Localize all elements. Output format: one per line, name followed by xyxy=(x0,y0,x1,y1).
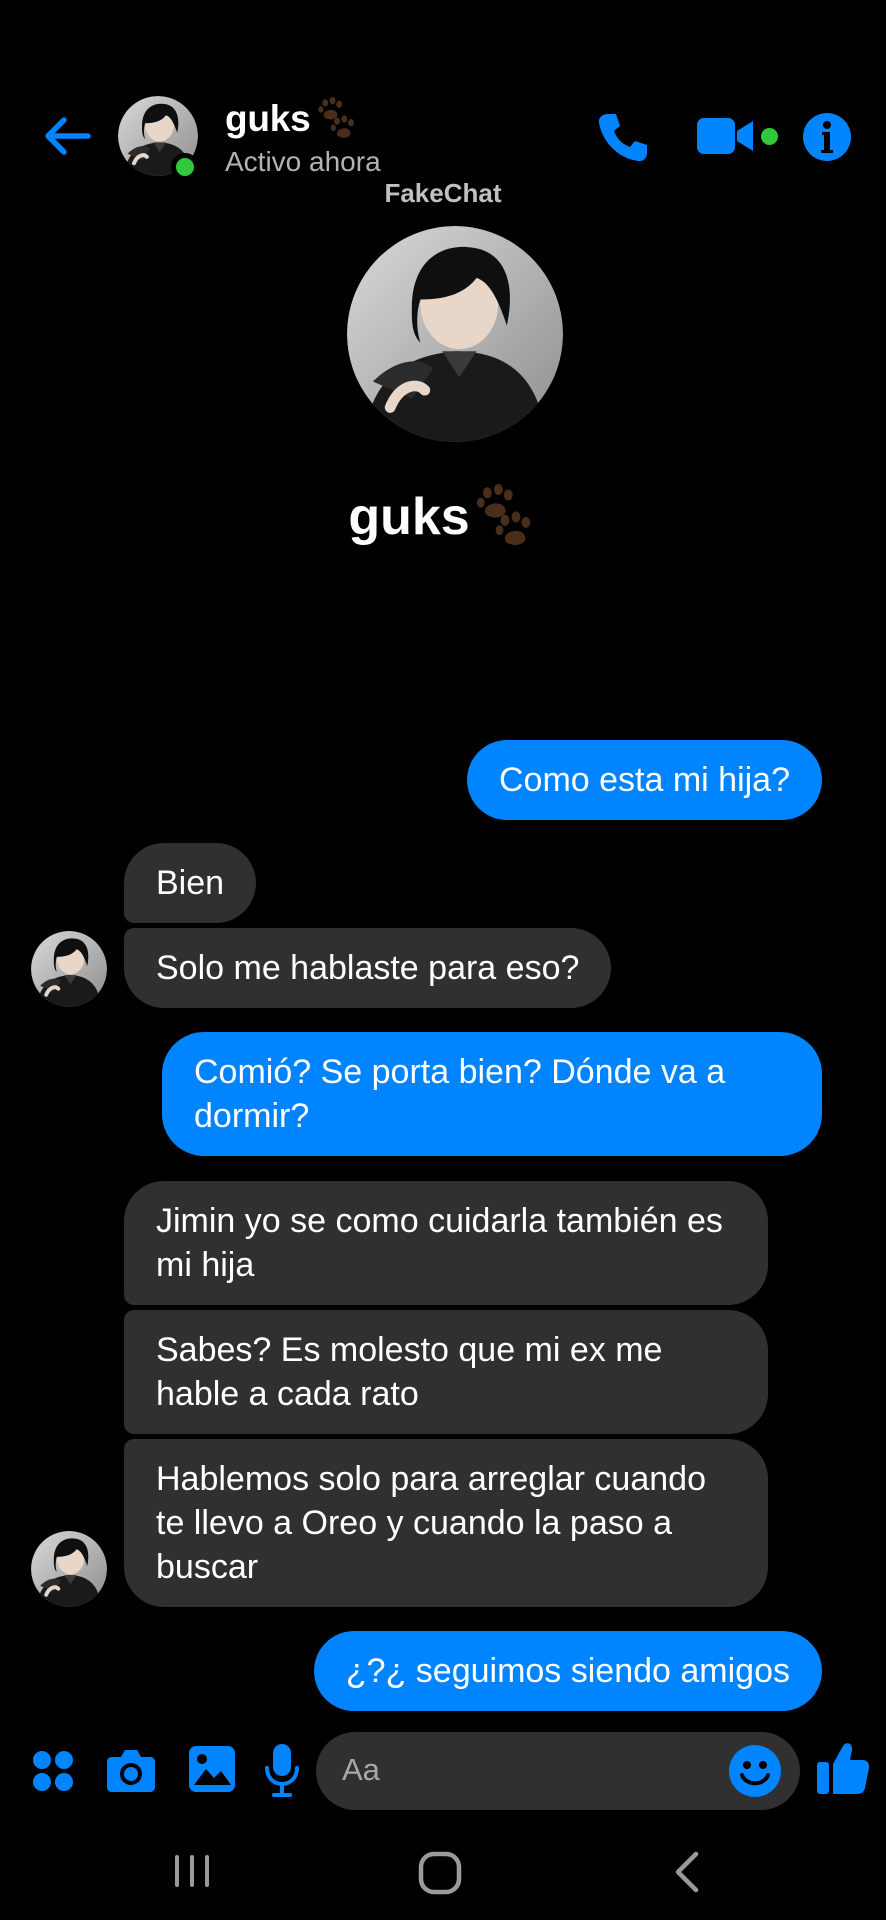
paw-prints-icon xyxy=(472,484,538,550)
paw-prints-icon xyxy=(315,97,359,141)
message-composer: Aa xyxy=(0,1728,886,1812)
contact-name: guks xyxy=(225,98,311,139)
emoji-icon[interactable] xyxy=(728,1744,782,1798)
phone-icon[interactable] xyxy=(594,110,650,166)
profile-avatar[interactable] xyxy=(347,226,563,442)
message-incoming[interactable]: Solo me hablaste para eso? xyxy=(124,928,612,1008)
gallery-icon[interactable] xyxy=(188,1745,236,1793)
profile-name-row: guks xyxy=(0,484,886,550)
message-outgoing[interactable]: Comió? Se porta bien? Dónde va a dormir? xyxy=(162,1032,822,1156)
active-status: Activo ahora xyxy=(225,146,381,177)
online-status-dot xyxy=(171,153,199,181)
message-outgoing[interactable]: ¿?¿ seguimos siendo amigos xyxy=(313,1631,822,1711)
message-incoming[interactable]: Hablemos solo para arreglar cuando te ll… xyxy=(124,1439,768,1607)
message-input[interactable]: Aa xyxy=(316,1732,800,1810)
system-navigation-bar xyxy=(0,1812,886,1920)
sender-avatar[interactable] xyxy=(31,931,107,1007)
message-incoming[interactable]: Sabes? Es molesto que mi ex me hable a c… xyxy=(124,1310,768,1434)
chat-header: guks Activo ahora xyxy=(0,0,886,190)
contact-name-row[interactable]: guks xyxy=(225,96,359,142)
thumbs-up-icon[interactable] xyxy=(816,1740,870,1796)
sender-avatar[interactable] xyxy=(31,1531,107,1607)
video-camera-icon[interactable] xyxy=(695,112,755,160)
back-chevron-icon[interactable] xyxy=(672,1850,702,1894)
profile-name: guks xyxy=(348,488,470,546)
message-incoming[interactable]: Jimin yo se como cuidarla también es mi … xyxy=(124,1181,768,1305)
watermark-label: FakeChat xyxy=(384,178,502,208)
call-active-dot xyxy=(761,128,778,145)
microphone-icon[interactable] xyxy=(264,1742,300,1798)
message-outgoing[interactable]: Como esta mi hija? xyxy=(466,740,822,820)
message-incoming[interactable]: Bien xyxy=(124,843,257,923)
recents-icon[interactable] xyxy=(172,1852,212,1890)
camera-icon[interactable] xyxy=(106,1747,156,1793)
message-input-placeholder: Aa xyxy=(342,1752,380,1787)
info-icon[interactable] xyxy=(802,112,852,162)
home-icon[interactable] xyxy=(418,1851,462,1895)
apps-icon[interactable] xyxy=(32,1750,74,1792)
back-arrow-icon[interactable] xyxy=(38,108,94,164)
